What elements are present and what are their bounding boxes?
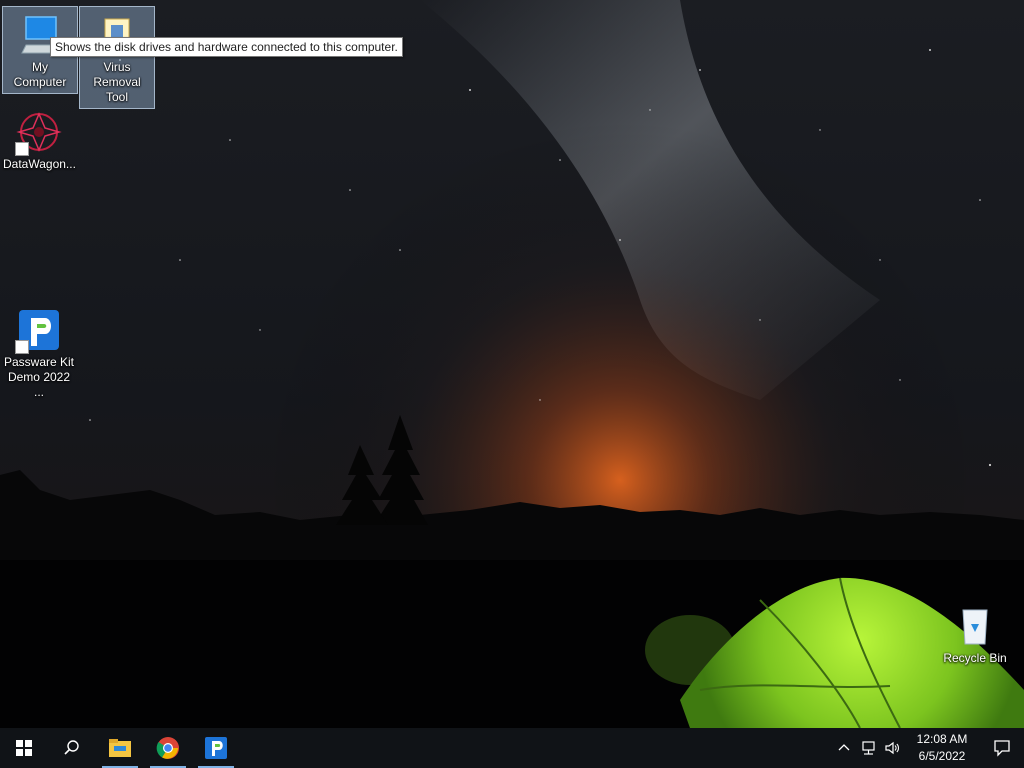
notification-icon [994,740,1010,757]
chrome-icon [156,737,179,759]
clock-time: 12:08 AM [916,732,968,746]
taskbar: 12:08 AM 6/5/2022 [0,728,1024,768]
shortcut-arrow-icon [15,142,29,156]
search-icon [64,740,79,755]
system-tray: 12:08 AM 6/5/2022 [832,728,1024,768]
desktop-icon-label: Recycle Bin [943,651,1007,665]
taskbar-file-explorer[interactable] [96,728,144,768]
volume-button[interactable] [880,728,904,768]
start-button[interactable] [0,728,48,768]
chevron-up-icon [838,744,850,751]
network-icon [862,741,875,755]
desktop-icon-label: DataWagon... [3,157,76,171]
desktop-icon-virus-tool[interactable]: Virus Removal Tool [79,6,155,109]
clock-date: 6/5/2022 [918,749,966,763]
windows-start-icon [16,740,32,756]
desktop-icon-passware[interactable]: Passware Kit Demo 2022 ... [1,302,77,403]
desktop-icon-label: Passware Kit Demo 2022 ... [3,355,75,399]
desktop-wallpaper [0,0,1024,728]
speaker-icon [885,741,899,755]
show-hidden-icons-button[interactable] [832,728,856,768]
passware-icon [15,306,63,354]
shortcut-arrow-icon [15,340,29,354]
desktop-icon-recycle-bin[interactable]: Recycle Bin [937,598,1013,669]
clock[interactable]: 12:08 AM 6/5/2022 [912,731,972,765]
tooltip: Shows the disk drives and hardware conne… [50,37,403,57]
taskbar-chrome[interactable] [144,728,192,768]
search-button[interactable] [48,728,96,768]
network-button[interactable] [856,728,880,768]
desktop-icon-label: Virus Removal Tool [93,60,141,104]
taskbar-passware[interactable] [192,728,240,768]
passware-icon [205,737,227,759]
desktop-icon-datawagon[interactable]: DataWagon... [1,104,77,175]
datawagon-icon [15,108,63,156]
file-explorer-icon [109,739,131,757]
recycle-bin-icon [951,602,999,650]
desktop-icon-label: My Computer [13,60,67,89]
action-center-button[interactable] [980,728,1024,768]
